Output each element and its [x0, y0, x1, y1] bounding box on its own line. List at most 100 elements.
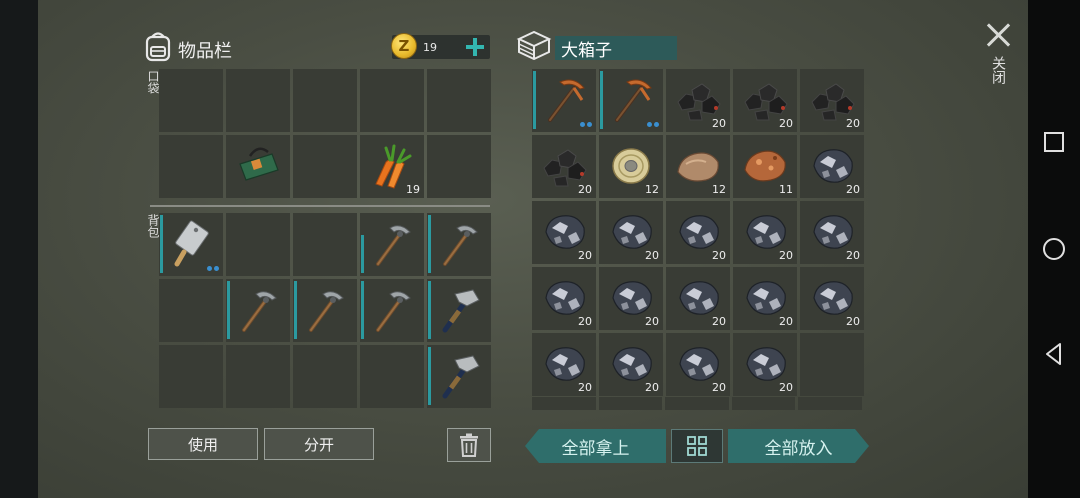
- quality-dots: [647, 122, 659, 127]
- grid-sort-icon: [687, 436, 707, 456]
- empty-slot[interactable]: [159, 279, 223, 342]
- home-button[interactable]: [1028, 229, 1080, 269]
- quality-dots: [207, 266, 219, 271]
- item-count: 20: [645, 249, 659, 262]
- slot-iron-hammer[interactable]: [427, 279, 491, 342]
- left-edge: [0, 0, 38, 498]
- empty-slot[interactable]: [293, 69, 357, 132]
- slot-backpack-bag[interactable]: [226, 135, 290, 198]
- empty-slot[interactable]: [427, 69, 491, 132]
- stone-pickaxe-icon: [376, 225, 411, 266]
- back-button[interactable]: [1028, 334, 1080, 374]
- split-button[interactable]: 分开: [264, 428, 374, 460]
- slot-coal[interactable]: 20: [532, 135, 596, 198]
- slot-iron-ore[interactable]: 20: [800, 201, 864, 264]
- close-icon[interactable]: [986, 22, 1012, 48]
- copper-pickaxe-icon: [548, 79, 585, 122]
- item-count: 12: [712, 183, 726, 196]
- item-count: 20: [779, 117, 793, 130]
- slot-iron-ore[interactable]: 20: [532, 201, 596, 264]
- slot-iron-ore[interactable]: 20: [666, 201, 730, 264]
- backpack-icon: [145, 32, 171, 62]
- slot-iron-ore[interactable]: 20: [599, 267, 663, 330]
- slot-coal[interactable]: 20: [666, 69, 730, 132]
- circle-icon: [1043, 238, 1065, 260]
- slot-stone-pickaxe[interactable]: [427, 213, 491, 276]
- slot-iron-ore[interactable]: 20: [733, 333, 797, 396]
- take-all-button[interactable]: 全部拿上: [525, 429, 666, 463]
- slot-iron-hammer[interactable]: [427, 345, 491, 408]
- slot-iron-ore[interactable]: 20: [800, 135, 864, 198]
- slot-copper-pickaxe[interactable]: [599, 69, 663, 132]
- slot-iron-ore[interactable]: 20: [666, 267, 730, 330]
- item-count: 20: [779, 381, 793, 394]
- empty-slot[interactable]: [800, 333, 864, 396]
- empty-slot[interactable]: [226, 213, 290, 276]
- stone-pickaxe-icon: [376, 291, 411, 332]
- put-all-button[interactable]: 全部放入: [728, 429, 869, 463]
- slot-coal[interactable]: 20: [733, 69, 797, 132]
- item-count: 20: [578, 183, 592, 196]
- recent-apps-button[interactable]: [1028, 122, 1080, 162]
- empty-slot[interactable]: [226, 69, 290, 132]
- item-count: 20: [578, 249, 592, 262]
- slot-stone-pickaxe[interactable]: [360, 213, 424, 276]
- coin-count: 19: [423, 41, 437, 54]
- trash-button[interactable]: [447, 428, 491, 462]
- slot-iron-ore[interactable]: 20: [800, 267, 864, 330]
- triangle-back-icon: [1046, 343, 1061, 365]
- item-count: 20: [645, 315, 659, 328]
- slot-copper-ore[interactable]: 11: [733, 135, 797, 198]
- square-icon: [1044, 132, 1064, 152]
- inventory-slot[interactable]: [731, 397, 796, 410]
- slot-iron-ore[interactable]: 20: [532, 333, 596, 396]
- empty-slot[interactable]: [226, 345, 290, 408]
- slot-carrot[interactable]: 19: [360, 135, 424, 198]
- slot-iron-ore[interactable]: 20: [666, 333, 730, 396]
- inventory-header: [143, 30, 173, 62]
- use-button[interactable]: 使用: [148, 428, 258, 460]
- item-count: 20: [846, 249, 860, 262]
- slot-iron-ore[interactable]: 20: [733, 267, 797, 330]
- crate-icon: [516, 30, 552, 60]
- slot-stone-pickaxe[interactable]: [293, 279, 357, 342]
- slot-coal[interactable]: 20: [800, 69, 864, 132]
- item-count: 20: [578, 381, 592, 394]
- backpack-bag-icon: [239, 147, 279, 181]
- inventory-slot[interactable]: [665, 397, 729, 410]
- add-coins-button[interactable]: [465, 37, 485, 57]
- inventory-slot[interactable]: [798, 397, 862, 410]
- box-title-text: 大箱子: [561, 40, 612, 61]
- slot-iron-ore[interactable]: 20: [733, 201, 797, 264]
- empty-slot[interactable]: [159, 135, 223, 198]
- slot-iron-ore[interactable]: 20: [532, 267, 596, 330]
- close-label[interactable]: 关闭: [988, 56, 1008, 84]
- empty-slot[interactable]: [360, 69, 424, 132]
- inventory-slot[interactable]: [598, 397, 663, 410]
- system-nav-bar: [1028, 0, 1080, 498]
- iron-hammer-icon: [442, 289, 480, 333]
- empty-slot[interactable]: [360, 345, 424, 408]
- section-divider: [150, 205, 490, 207]
- slot-stone-pickaxe[interactable]: [226, 279, 290, 342]
- slot-iron-ore[interactable]: 20: [599, 333, 663, 396]
- slot-cleaver[interactable]: [159, 213, 223, 276]
- box-grid-next-row: [532, 397, 862, 410]
- trash-icon: [460, 433, 478, 457]
- iron-hammer-icon: [442, 355, 480, 399]
- empty-slot[interactable]: [293, 213, 357, 276]
- slot-stone-pickaxe[interactable]: [360, 279, 424, 342]
- empty-slot[interactable]: [159, 69, 223, 132]
- slot-rope-coil[interactable]: 12: [599, 135, 663, 198]
- inventory-slot[interactable]: [532, 397, 596, 410]
- box-title: 大箱子: [555, 36, 677, 61]
- sort-button[interactable]: [671, 429, 723, 463]
- slot-copper-pickaxe[interactable]: [532, 69, 596, 132]
- slot-iron-ore[interactable]: 20: [599, 201, 663, 264]
- empty-slot[interactable]: [159, 345, 223, 408]
- slot-stone[interactable]: 12: [666, 135, 730, 198]
- inventory-title: 物品栏: [178, 41, 232, 62]
- empty-slot[interactable]: [293, 345, 357, 408]
- empty-slot[interactable]: [293, 135, 357, 198]
- empty-slot[interactable]: [427, 135, 491, 198]
